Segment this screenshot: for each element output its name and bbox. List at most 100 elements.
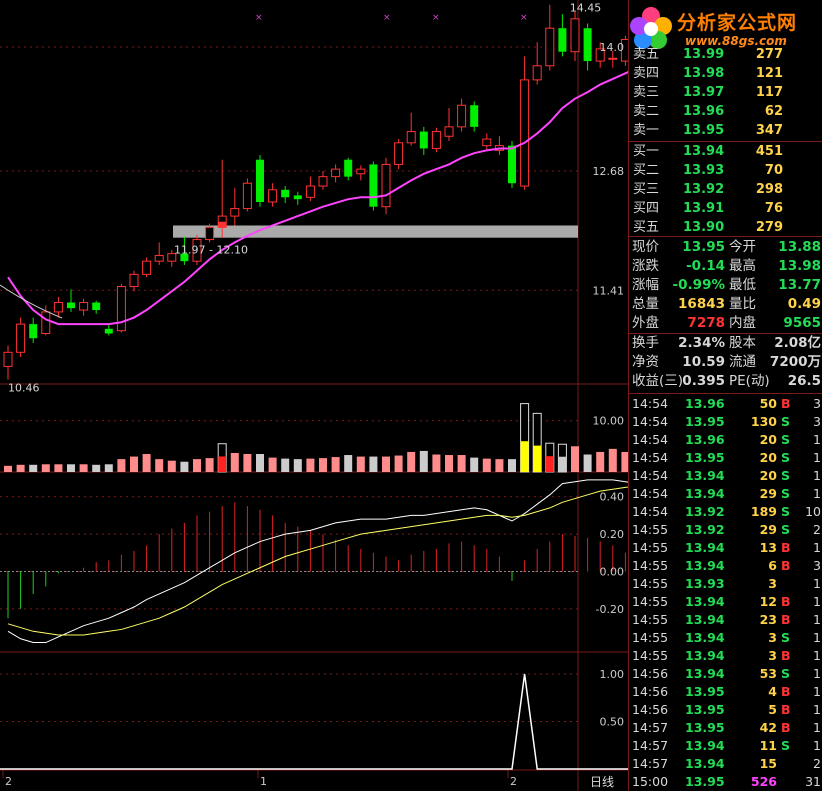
x-axis-label: 1 — [260, 775, 267, 788]
candle-body — [431, 131, 441, 149]
quote-label: 总量 — [632, 296, 659, 312]
tick-time: 14:55 — [632, 540, 669, 555]
bid-row: 买二 13.93 70 — [629, 161, 822, 180]
volume-bar — [230, 452, 239, 472]
volume-bar — [508, 459, 516, 472]
volume-bar — [356, 456, 365, 472]
tick-price: 13.94 — [685, 594, 725, 609]
volume-bar — [495, 459, 504, 472]
candle-body — [570, 18, 580, 53]
bid-price: 13.91 — [683, 201, 725, 216]
ask-price: 13.97 — [683, 85, 725, 100]
tick-direction: B — [781, 702, 791, 717]
candle-body — [142, 260, 152, 275]
candle — [53, 296, 63, 318]
ask-price: 13.96 — [683, 104, 725, 119]
bid-label: 买二 — [633, 163, 660, 178]
tick-price: 13.96 — [685, 432, 725, 447]
candle-body — [67, 302, 75, 309]
candle — [444, 108, 454, 141]
volume-bar — [16, 464, 25, 472]
tick-price: 13.94 — [685, 666, 725, 681]
tick-count: 3 — [813, 558, 821, 573]
candle — [16, 317, 26, 357]
candle — [470, 101, 479, 132]
tick-price: 13.94 — [685, 468, 725, 483]
volume-bar — [104, 464, 113, 472]
candle — [369, 161, 378, 211]
candle — [558, 14, 567, 57]
tick-price: 13.94 — [685, 540, 725, 555]
ask-label: 卖一 — [633, 123, 660, 138]
tick-count: 1 — [813, 612, 821, 627]
candle-body — [394, 142, 404, 165]
cross-marker: × — [520, 13, 528, 23]
ask-price: 13.98 — [683, 66, 725, 81]
tick-row: 14:54 13.96 20 S 1 — [629, 431, 822, 449]
tick-volume: 3 — [768, 630, 777, 645]
volume-bar — [243, 454, 252, 472]
candle — [583, 23, 592, 71]
candle-body — [419, 131, 428, 149]
candle-body — [256, 159, 264, 202]
ask-label: 卖五 — [633, 47, 660, 62]
volume-bar — [79, 464, 88, 472]
chart-area[interactable]: 14.4510.4611.97 - 12.10× × × × 14.012.6811.… — [0, 0, 628, 791]
tick-time: 14:56 — [632, 666, 669, 681]
candle — [242, 178, 252, 212]
ask-volume: 62 — [764, 104, 783, 119]
ask-row: 卖一 13.95 347 — [629, 121, 822, 140]
volume-bar — [419, 450, 428, 472]
candle — [305, 176, 315, 202]
bid-price: 13.93 — [683, 163, 725, 178]
quote-label: 最低 — [729, 277, 756, 293]
tick-time: 14:54 — [632, 504, 669, 519]
candle-body — [331, 168, 341, 178]
candle — [457, 98, 467, 132]
tick-volume: 6 — [768, 558, 777, 573]
volume-bar — [205, 458, 214, 472]
candle — [406, 112, 416, 146]
tick-volume: 29 — [759, 522, 777, 537]
price-axis-label: 11.41 — [593, 284, 625, 297]
volume-bar — [432, 454, 441, 472]
quote-label: 股本 — [729, 335, 756, 351]
volume-bar — [470, 457, 479, 472]
tick-count: 1 — [813, 648, 821, 663]
bid-price: 13.92 — [683, 182, 725, 197]
volume-bar — [608, 448, 617, 472]
candle — [256, 155, 264, 207]
tick-volume: 3 — [768, 576, 777, 591]
tick-time: 14:54 — [632, 450, 669, 465]
logo-text: 分析家公式网 — [677, 12, 798, 34]
candle — [482, 133, 492, 151]
volume-bar — [167, 460, 176, 472]
tick-time: 14:55 — [632, 522, 669, 537]
candle — [545, 4, 555, 71]
tick-count: 1 — [813, 432, 821, 447]
candle — [394, 139, 404, 170]
tick-price: 13.92 — [685, 504, 725, 519]
tick-direction: S — [781, 738, 791, 753]
quote-label: 今开 — [729, 239, 756, 255]
divider — [629, 333, 822, 334]
support-zone — [173, 225, 578, 238]
tick-price: 13.94 — [685, 756, 725, 771]
tick-direction: B — [781, 720, 791, 735]
volume-bars[interactable] — [4, 403, 628, 473]
candle-body — [444, 126, 454, 137]
tick-direction: B — [781, 594, 791, 609]
quote-row: 涨跌 -0.14 最高 13.98 — [629, 257, 822, 276]
price-axis-label: 14.0 — [600, 41, 625, 54]
tick-direction: B — [781, 684, 791, 699]
tick-volume: 3 — [768, 648, 777, 663]
quote-value: 16843 — [678, 296, 725, 312]
ask-row: 卖二 13.96 62 — [629, 102, 822, 121]
candle-body — [545, 27, 555, 67]
tick-price: 13.95 — [685, 702, 725, 717]
tick-row: 14:54 13.95 130 S 3 — [629, 413, 822, 431]
tick-price: 13.96 — [685, 396, 725, 411]
tick-count: 2 — [813, 522, 821, 537]
volume-bar — [306, 458, 315, 472]
tick-price: 13.94 — [685, 648, 725, 663]
